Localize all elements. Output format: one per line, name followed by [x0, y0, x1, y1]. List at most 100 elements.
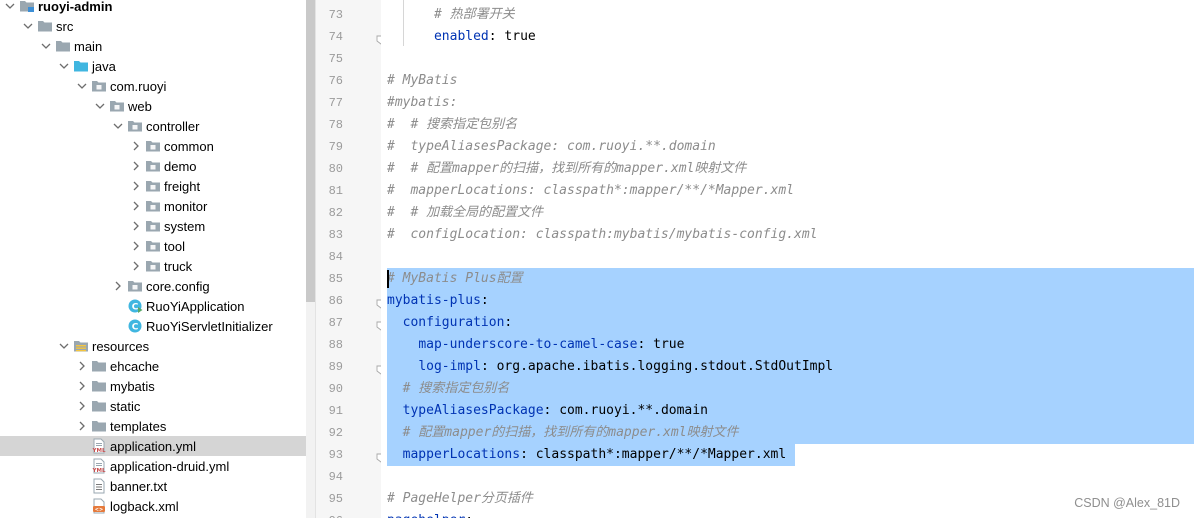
- tree-item-tool[interactable]: tool: [0, 236, 306, 256]
- line-number: 86: [328, 294, 343, 308]
- code-line[interactable]: mybatis-plus:: [387, 290, 489, 312]
- chevron-right-icon[interactable]: [130, 240, 142, 252]
- package-icon: [145, 158, 161, 174]
- tree-item-label: ehcache: [110, 358, 160, 374]
- chevron-right-icon[interactable]: [130, 200, 142, 212]
- chevron-right-icon[interactable]: [112, 280, 124, 292]
- tree-item-common[interactable]: common: [0, 136, 306, 156]
- tree-item-templates[interactable]: templates: [0, 416, 306, 436]
- chevron-right-icon[interactable]: [76, 360, 88, 372]
- chevron-right-icon[interactable]: [76, 420, 88, 432]
- chevron-down-icon[interactable]: [94, 100, 106, 112]
- package-icon: [145, 258, 161, 274]
- code-line[interactable]: # # 配置mapper的扫描，找到所有的mapper.xml映射文件: [387, 158, 746, 180]
- code-line[interactable]: enabled: true: [387, 26, 536, 48]
- code-line[interactable]: #mybatis:: [387, 92, 457, 114]
- tree-item-static[interactable]: static: [0, 396, 306, 416]
- tree-item-resources[interactable]: resources: [0, 336, 306, 356]
- tree-item-label: java: [92, 58, 116, 74]
- text-caret: [387, 270, 389, 288]
- chevron-right-icon[interactable]: [130, 140, 142, 152]
- tree-item-label: RuoYiServletInitializer: [146, 318, 273, 334]
- code-line[interactable]: # MyBatis Plus配置: [387, 268, 523, 290]
- tree-item-freight[interactable]: freight: [0, 176, 306, 196]
- tree-item-mybatis[interactable]: mybatis: [0, 376, 306, 396]
- yaml-value: [387, 337, 418, 352]
- chevron-down-icon[interactable]: [4, 0, 16, 12]
- code-line[interactable]: # 配置mapper的扫描，找到所有的mapper.xml映射文件: [387, 422, 739, 444]
- code-line[interactable]: # # 搜索指定包别名: [387, 114, 517, 136]
- code-line[interactable]: map-underscore-to-camel-case: true: [387, 334, 684, 356]
- code-comment: # # 搜索指定包别名: [387, 117, 518, 132]
- chevron-right-icon[interactable]: [130, 220, 142, 232]
- line-number: 88: [328, 338, 343, 352]
- chevron-down-icon[interactable]: [58, 340, 70, 352]
- tree-item-ruoyiapplication[interactable]: C RuoYiApplication: [0, 296, 306, 316]
- tree-item-label: system: [164, 218, 206, 234]
- tree-item-label: ruoyi-admin: [38, 0, 113, 14]
- chevron-down-icon[interactable]: [40, 40, 52, 52]
- tree-item-com-ruoyi[interactable]: com.ruoyi: [0, 76, 306, 96]
- yaml-value: : com.ruoyi.**.domain: [543, 403, 708, 418]
- chevron-right-icon[interactable]: [76, 380, 88, 392]
- code-line[interactable]: # configLocation: classpath:mybatis/myba…: [387, 224, 817, 246]
- code-line[interactable]: # 搜索指定包别名: [387, 378, 510, 400]
- text-file-icon: [91, 478, 107, 494]
- chevron-down-icon[interactable]: [76, 80, 88, 92]
- code-comment: #mybatis:: [387, 95, 458, 110]
- chevron-right-icon[interactable]: [76, 400, 88, 412]
- chevron-right-icon[interactable]: [130, 160, 142, 172]
- code-line[interactable]: # 热部署开关: [387, 4, 515, 26]
- tree-item-src[interactable]: src: [0, 16, 306, 36]
- code-line[interactable]: configuration:: [387, 312, 513, 334]
- editor-gutter: 73 74 75 76 77 78 79 80 81 82 83 84 85 86 87 88 89 90 91 92…: [315, 0, 386, 518]
- code-line[interactable]: # PageHelper分页插件: [387, 488, 533, 510]
- tree-item-truck[interactable]: truck: [0, 256, 306, 276]
- code-comment: # 搜索指定包别名: [402, 381, 510, 396]
- tree-item-controller[interactable]: controller: [0, 116, 306, 136]
- chevron-right-icon[interactable]: [130, 180, 142, 192]
- tree-item-main[interactable]: main: [0, 36, 306, 56]
- project-tree[interactable]: ruoyi-admin src main java com.ruoyi web contro…: [0, 0, 306, 518]
- chevron-down-icon[interactable]: [58, 60, 70, 72]
- xml-file-icon: <>: [91, 498, 107, 514]
- code-line[interactable]: mapperLocations: classpath*:mapper/**/*M…: [387, 444, 787, 466]
- tree-item-logback-xml[interactable]: <> logback.xml: [0, 496, 306, 516]
- code-line[interactable]: # # 加载全局的配置文件: [387, 202, 543, 224]
- tree-item-ruoyi-admin[interactable]: ruoyi-admin: [0, 0, 306, 16]
- code-line[interactable]: # typeAliasesPackage: com.ruoyi.**.domai…: [387, 136, 716, 158]
- code-comment: # typeAliasesPackage: com.ruoyi.**.domai…: [387, 139, 716, 154]
- line-number: 85: [328, 272, 343, 286]
- code-line[interactable]: log-impl: org.apache.ibatis.logging.stdo…: [387, 356, 833, 378]
- tree-item-web[interactable]: web: [0, 96, 306, 116]
- tree-item-ehcache[interactable]: ehcache: [0, 356, 306, 376]
- tree-item-monitor[interactable]: monitor: [0, 196, 306, 216]
- tree-scrollbar-thumb[interactable]: [306, 0, 315, 302]
- svg-text:C: C: [132, 323, 139, 333]
- line-number: 91: [328, 404, 343, 418]
- svg-text:YML: YML: [92, 448, 106, 454]
- tree-item-application-yml[interactable]: YML application.yml: [0, 436, 306, 456]
- chevron-down-icon[interactable]: [22, 20, 34, 32]
- yaml-value: :: [504, 315, 513, 330]
- code-line[interactable]: typeAliasesPackage: com.ruoyi.**.domain: [387, 400, 708, 422]
- chevron-down-icon[interactable]: [112, 120, 124, 132]
- tree-item-core-config[interactable]: core.config: [0, 276, 306, 296]
- code-line[interactable]: # MyBatis: [387, 70, 457, 92]
- package-icon: [145, 198, 161, 214]
- tree-item-ruoyiservletinitializer[interactable]: C RuoYiServletInitializer: [0, 316, 306, 336]
- code-line[interactable]: # mapperLocations: classpath*:mapper/**/…: [387, 180, 794, 202]
- tree-item-java[interactable]: java: [0, 56, 306, 76]
- resources-folder-icon: [73, 338, 89, 354]
- code-line[interactable]: pagehelper:: [387, 510, 473, 518]
- tree-item-banner-txt[interactable]: banner.txt: [0, 476, 306, 496]
- code-editor[interactable]: CSDN @Alex_81D # 热部署开关 enabled: true # My…: [381, 0, 1194, 518]
- line-number: 75: [328, 52, 343, 66]
- package-icon: [145, 238, 161, 254]
- tree-item-system[interactable]: system: [0, 216, 306, 236]
- chevron-right-icon[interactable]: [130, 260, 142, 272]
- tree-item-application-druid-yml[interactable]: YML application-druid.yml: [0, 456, 306, 476]
- tree-item-demo[interactable]: demo: [0, 156, 306, 176]
